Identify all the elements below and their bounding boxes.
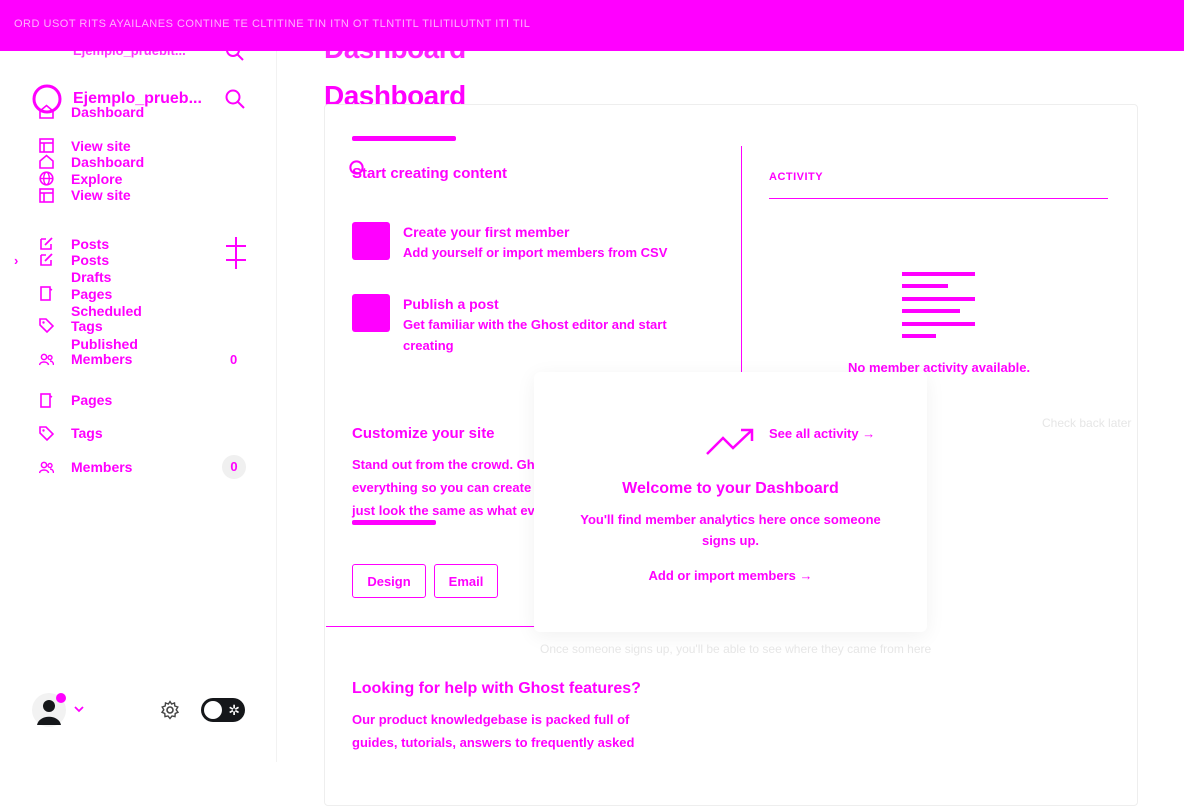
faded-modal-text: Once someone signs up, you'll be able to… <box>540 642 932 656</box>
nav-published[interactable]: Published <box>71 336 138 352</box>
activity-label: ACTIVITY <box>769 171 824 183</box>
pencil-icon <box>39 252 54 267</box>
avatar[interactable] <box>32 693 66 727</box>
create-member-link[interactable]: Create your first member <box>403 224 570 240</box>
sidebar-item-pages[interactable]: Pages <box>71 392 112 408</box>
dashboard-icon <box>39 154 54 169</box>
toggle-knob <box>204 701 222 719</box>
nav-view-site-ghost[interactable]: View site <box>71 138 131 154</box>
nav-dashboard[interactable]: Dashboard <box>71 154 144 170</box>
sun-icon: ✲ <box>228 702 240 718</box>
section-label-bar <box>352 136 456 141</box>
nav-explore[interactable]: Explore <box>71 171 122 187</box>
members-icon <box>39 352 54 367</box>
create-member-desc: Add yourself or import members from CSV <box>403 245 668 260</box>
help-title: Looking for help with Ghost features? <box>352 680 641 697</box>
member-icon[interactable] <box>352 222 390 260</box>
post-icon[interactable] <box>352 294 390 332</box>
modal-title: Welcome to your Dashboard <box>622 480 839 497</box>
help-text: Our product knowledgebase is packed full… <box>352 712 635 750</box>
see-all-activity-link[interactable]: See all activity → <box>769 426 875 441</box>
nav-drafts[interactable]: Drafts <box>71 269 111 285</box>
nav-scheduled[interactable]: Scheduled <box>71 303 142 319</box>
faded-hint: Check back later <box>1042 416 1132 430</box>
tag-icon <box>39 318 54 333</box>
trend-up-icon <box>705 428 755 456</box>
dark-mode-toggle[interactable]: ✲ <box>201 698 245 722</box>
modal-text: You'll find member analytics here once s… <box>580 512 881 548</box>
publish-post-link[interactable]: Publish a post <box>403 296 499 312</box>
section-label-bar <box>352 520 436 525</box>
add-members-link[interactable]: Add or import members → <box>534 568 927 583</box>
page-title-ghost: Dashboard <box>324 33 466 64</box>
email-button[interactable]: Email <box>434 564 498 598</box>
nav-posts[interactable]: Posts <box>71 252 109 268</box>
members-count-badge: 0 <box>222 455 246 479</box>
search-icon[interactable] <box>224 88 246 110</box>
ghost-search-icon <box>224 41 246 63</box>
top-banner-text: ORD USOT RITS AYAILANES CONTINE TE CLTIT… <box>14 18 531 30</box>
pencil-icon <box>39 236 54 251</box>
publish-post-desc: Get familiar with the Ghost editor and s… <box>403 317 667 353</box>
view-site-icon <box>39 188 54 203</box>
nav-members-ghost[interactable]: Members <box>71 351 132 367</box>
welcome-modal: Welcome to your Dashboard You'll find me… <box>534 372 927 632</box>
members-icon <box>39 460 54 475</box>
nav-posts-ghost[interactable]: Posts <box>71 236 109 252</box>
nav-tags-ghost[interactable]: Tags <box>71 318 103 334</box>
nav-pages-ghost[interactable]: Pages <box>71 286 112 302</box>
globe-icon <box>39 171 54 186</box>
nav-dashboard-ghost[interactable]: Dashboard <box>71 104 144 120</box>
tag-icon <box>39 426 54 441</box>
customize-title: Customize your site <box>352 425 495 442</box>
members-count-ghost: 0 <box>230 352 238 367</box>
new-post-plus-icon[interactable] <box>225 236 247 270</box>
gear-icon[interactable] <box>160 700 180 720</box>
start-creating-title: Start creating content <box>352 165 508 182</box>
home-icon <box>39 104 54 119</box>
list-icon <box>902 272 976 338</box>
design-button[interactable]: Design <box>352 564 426 598</box>
sidebar-item-members[interactable]: Members <box>71 459 132 475</box>
pages-icon <box>39 393 54 408</box>
sidebar-item-tags[interactable]: Tags <box>71 425 103 441</box>
view-site-icon <box>39 138 54 153</box>
pages-icon <box>39 286 54 301</box>
chevron-down-icon[interactable] <box>72 702 86 716</box>
activity-divider <box>769 198 1108 199</box>
chevron-right-icon[interactable]: › <box>14 253 18 268</box>
ghost-site-title: Ejemplo_pruebit... <box>73 43 186 58</box>
nav-view-site[interactable]: View site <box>71 187 131 203</box>
